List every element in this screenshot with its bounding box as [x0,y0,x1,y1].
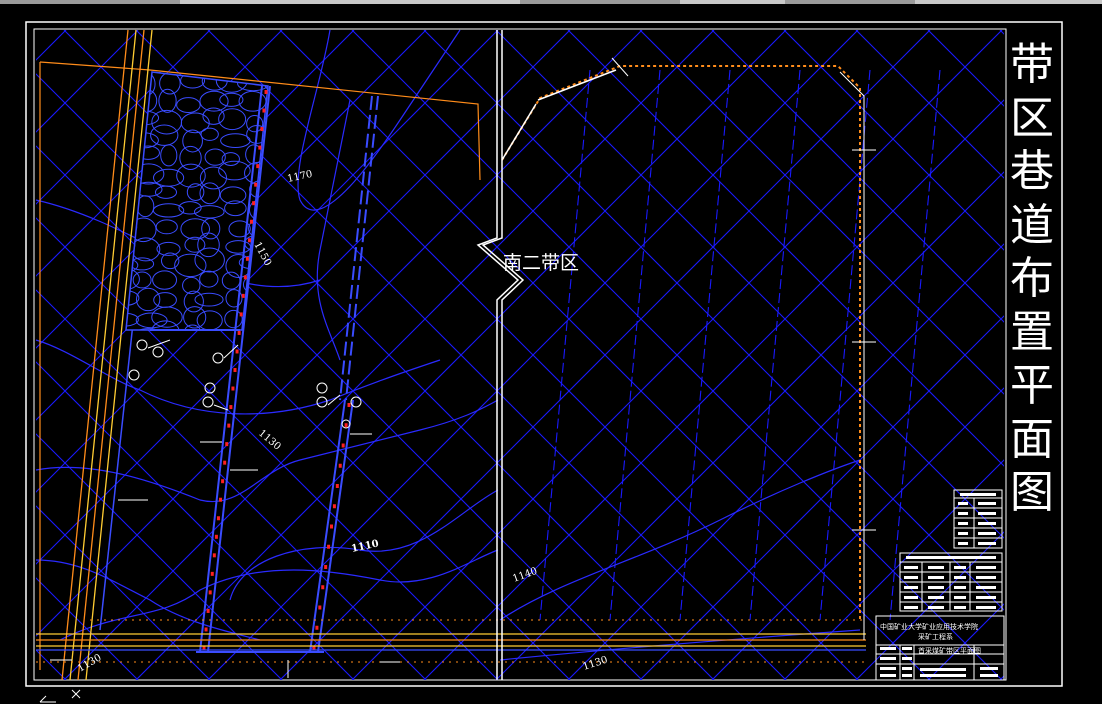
title-char: 区 [1010,92,1054,144]
ucs-icon [39,689,81,703]
title-char: 巷 [1010,146,1054,197]
contour-label-1140: 1140 [511,566,539,585]
contour-label-1130-c: 1130 [582,655,610,673]
contour-label-1150: 1150 [251,240,273,268]
title-char: 图 [1010,467,1054,518]
title-char: 置 [1010,306,1054,358]
cad-drawing[interactable]: 1170 1150 1130 1110 1140 1130 1130 [0,4,1102,704]
contour-label-1170: 1170 [286,169,313,185]
title-char: 道 [1010,199,1054,251]
title-block-drawing-name: 首采煤矿带区平面图 [918,647,981,655]
legend-table [953,489,1003,549]
title-char: 面 [1010,413,1054,465]
title-block-department: 采矿工程系 [918,633,953,641]
parameter-table [899,552,1003,612]
contour-label-1130: 1130 [256,428,283,453]
title-char: 带 [1010,39,1054,90]
right-panel-boundary [501,57,876,640]
title-char: 布 [1010,253,1054,304]
title-char: 平 [1010,360,1054,411]
drawing-title-vertical: 带 区 巷 道 布 置 平 面 图 [1008,38,1056,520]
title-block-school: 中国矿业大学矿业应用技术学院 [880,623,978,631]
zone-label: 南二带区 [503,252,580,274]
contour-label-1110: 1110 [350,538,380,555]
main-road-left [61,29,161,681]
